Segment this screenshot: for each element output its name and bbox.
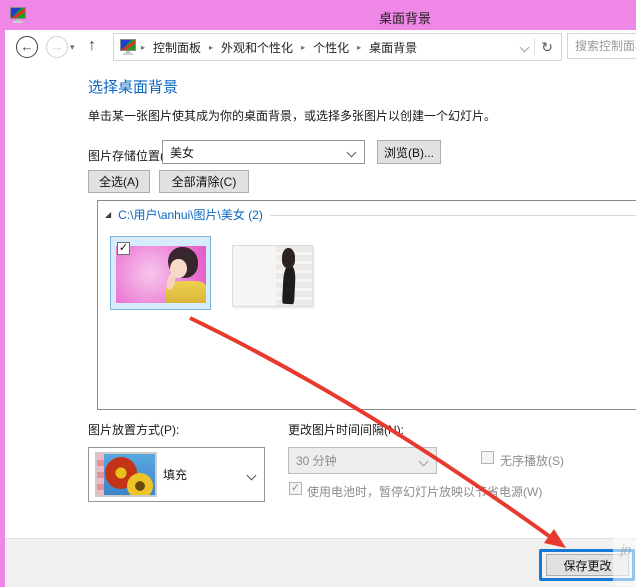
group-path-label: C:\用户\anhui\图片\美女 (2) <box>118 206 263 223</box>
position-preview-image <box>95 452 157 497</box>
address-dropdown-icon[interactable] <box>521 40 528 54</box>
shuffle-label: 无序播放(S) <box>500 452 564 469</box>
breadcrumb-control-panel[interactable]: 控制面板 <box>146 39 208 56</box>
select-all-button[interactable]: 全选(A) <box>88 170 150 193</box>
breadcrumb: ▸ 控制面板 ▸ 外观和个性化 ▸ 个性化 ▸ 桌面背景 <box>140 39 424 56</box>
watermark: jn <box>613 534 636 586</box>
breadcrumb-appearance[interactable]: 外观和个性化 <box>214 39 300 56</box>
chevron-down-icon <box>348 145 355 159</box>
picture-location-select[interactable]: 美女 <box>162 140 365 164</box>
check-icon: ✓ <box>119 242 128 254</box>
browse-button[interactable]: 浏览(B)... <box>377 140 441 164</box>
navigation-bar: ← → ▾ ↑ ▸ 控制面板 ▸ 外观和个性化 ▸ 个性化 ▸ 桌面背景 <box>0 30 636 65</box>
app-monitor-icon <box>10 7 26 23</box>
title-bar: 桌面背景 <box>0 0 636 30</box>
breadcrumb-desktop-background[interactable]: 桌面背景 <box>362 39 424 56</box>
forward-arrow-icon: → <box>51 39 64 54</box>
picture-location-value: 美女 <box>163 144 194 161</box>
search-input[interactable] <box>567 33 636 59</box>
recent-pages-dropdown-icon[interactable]: ▾ <box>70 42 75 53</box>
desktop-background-window: 桌面背景 ← → ▾ ↑ ▸ 控制面板 ▸ 外观和个性化 ▸ 个性化 ▸ 桌 <box>0 0 636 587</box>
page-title: 选择桌面背景 <box>88 76 178 97</box>
up-button[interactable]: ↑ <box>88 37 96 55</box>
bottom-bar <box>0 538 636 587</box>
thumbnail-black-dress[interactable] <box>232 245 313 307</box>
change-interval-select: 30 分钟 <box>288 447 437 474</box>
picture-position-label: 图片放置方式(P): <box>88 421 179 438</box>
back-button[interactable]: ← <box>16 36 38 58</box>
battery-pause-checkbox: ✓ <box>289 482 302 495</box>
check-icon: ✓ <box>291 482 300 494</box>
forward-button[interactable]: → <box>46 36 68 58</box>
change-interval-label: 更改图片时间间隔(N): <box>288 421 404 438</box>
picture-position-select[interactable]: 填充 <box>88 447 265 502</box>
shuffle-checkbox <box>481 451 494 464</box>
group-header[interactable]: ◢ C:\用户\anhui\图片\美女 (2) <box>105 206 636 223</box>
thumbnail-checkbox[interactable]: ✓ <box>117 242 130 255</box>
change-interval-value: 30 分钟 <box>289 452 337 469</box>
chevron-down-icon <box>420 454 427 468</box>
battery-pause-label: 使用电池时，暂停幻灯片放映以节省电源(W) <box>307 483 542 500</box>
chevron-down-icon <box>248 468 255 482</box>
breadcrumb-personalization[interactable]: 个性化 <box>306 39 356 56</box>
thumbnail-figure <box>282 266 296 305</box>
refresh-icon[interactable]: ↻ <box>541 39 553 56</box>
location-folder-icon <box>120 39 136 55</box>
window-left-border <box>0 30 5 587</box>
thumbnail-figure <box>282 248 295 267</box>
group-divider <box>270 215 636 216</box>
group-collapse-icon[interactable]: ◢ <box>105 210 111 219</box>
page-description: 单击某一张图片使其成为你的桌面背景，或选择多张图片以创建一个幻灯片。 <box>88 107 496 124</box>
address-divider <box>534 38 535 56</box>
window-title: 桌面背景 <box>175 8 635 27</box>
address-bar[interactable]: ▸ 控制面板 ▸ 外观和个性化 ▸ 个性化 ▸ 桌面背景 ↻ <box>113 33 562 61</box>
back-arrow-icon: ← <box>21 39 34 54</box>
clear-all-button[interactable]: 全部清除(C) <box>159 170 249 193</box>
